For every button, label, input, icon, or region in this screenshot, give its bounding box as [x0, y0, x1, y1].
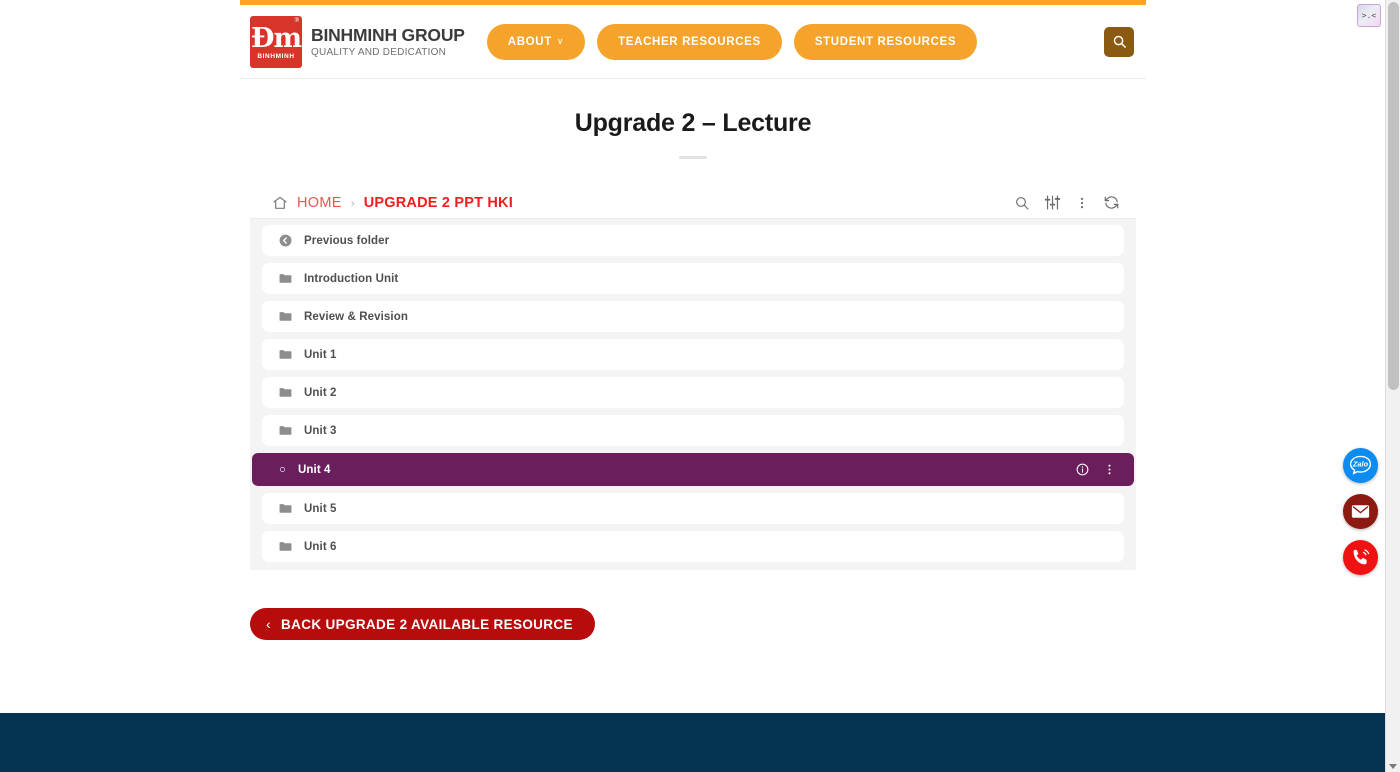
- extension-widget-label: >.<: [1361, 11, 1377, 20]
- nav-item-student-resources-label: STUDENT RESOURCES: [814, 35, 957, 48]
- brand-tagline: QUALITY AND DEDICATION: [311, 46, 447, 58]
- folder-icon: [278, 501, 296, 516]
- folder-icon: [278, 539, 296, 554]
- title-divider: [679, 156, 707, 159]
- file-row[interactable]: Previous folder: [262, 225, 1124, 256]
- phone-call-button[interactable]: [1343, 540, 1378, 575]
- file-row-actions: [1075, 462, 1122, 477]
- file-list: Previous folder Introduction Unit Review &…: [250, 219, 1136, 570]
- vertical-scrollbar[interactable]: [1385, 0, 1400, 772]
- browser-extension-widget[interactable]: >.<: [1357, 4, 1381, 27]
- chevron-left-icon: ‹: [266, 616, 272, 632]
- back-button-label: BACK UPGRADE 2 AVAILABLE RESOURCE: [281, 616, 573, 632]
- radio-circle-icon: [268, 462, 286, 477]
- file-row-label: Unit 5: [304, 502, 337, 515]
- breadcrumb-home-link[interactable]: HOME: [297, 195, 342, 211]
- page-title: Upgrade 2 – Lecture: [574, 109, 812, 137]
- file-row-label: Previous folder: [304, 234, 390, 247]
- folder-icon: [278, 423, 296, 438]
- email-button[interactable]: [1343, 494, 1378, 529]
- nav-item-student-resources[interactable]: STUDENT RESOURCES: [793, 23, 978, 60]
- breadcrumb-current: UPGRADE 2 PPT HKI: [363, 194, 513, 211]
- brand-name: BINHMINH GROUP: [311, 24, 465, 45]
- home-icon[interactable]: [272, 195, 288, 211]
- phone-icon: [1353, 549, 1370, 565]
- breadcrumb: HOME › UPGRADE 2 PPT HKI: [272, 195, 513, 211]
- header-search-button[interactable]: [1104, 26, 1134, 57]
- file-row-label: Unit 3: [304, 424, 337, 437]
- file-row-label: Unit 6: [304, 540, 337, 553]
- nav-item-teacher-resources[interactable]: TEACHER RESOURCES: [597, 23, 782, 60]
- file-row-label: Unit 1: [304, 348, 337, 361]
- info-icon[interactable]: [1075, 462, 1090, 477]
- file-manager-tools: [1014, 194, 1130, 211]
- back-to-resources-button[interactable]: ‹ BACK UPGRADE 2 AVAILABLE RESOURCE: [250, 608, 595, 640]
- site-footer: [240, 713, 1146, 772]
- logo-glyph-sub: BINHMINH: [257, 52, 295, 60]
- brand-logo[interactable]: ® Đm BINHMINH BINHMINH GROUP QUALITY AND…: [250, 15, 465, 68]
- file-row[interactable]: Unit 5: [262, 493, 1124, 524]
- back-circle-icon: [278, 233, 296, 248]
- file-row-label: Unit 2: [304, 386, 337, 399]
- page-title-section: Upgrade 2 – Lecture: [240, 79, 1146, 159]
- more-vertical-icon[interactable]: [1075, 195, 1089, 211]
- nav-item-about-label: ABOUT: [507, 35, 552, 48]
- search-icon: [1113, 35, 1126, 48]
- file-manager: HOME › UPGRADE 2 PPT HKI Previous folder…: [250, 187, 1136, 570]
- folder-icon: [278, 347, 296, 362]
- site-page: ® Đm BINHMINH BINHMINH GROUP QUALITY AND…: [240, 0, 1146, 772]
- file-row-label: Unit 4: [298, 463, 331, 476]
- file-row[interactable]: Unit 1: [262, 339, 1124, 370]
- nav-item-about[interactable]: ABOUT ∨: [486, 23, 586, 60]
- breadcrumb-separator: ›: [350, 195, 355, 210]
- file-row[interactable]: Review & Revision: [262, 301, 1124, 332]
- floating-contact-buttons: Zalo: [1343, 448, 1378, 575]
- more-vertical-icon[interactable]: [1103, 462, 1116, 477]
- folder-icon: [278, 385, 296, 400]
- scrollbar-thumb[interactable]: [1388, 2, 1399, 390]
- search-icon[interactable]: [1014, 195, 1030, 211]
- back-button-section: ‹ BACK UPGRADE 2 AVAILABLE RESOURCE: [240, 570, 1146, 640]
- browser-viewport: ® Đm BINHMINH BINHMINH GROUP QUALITY AND…: [0, 0, 1400, 772]
- nav-item-teacher-resources-label: TEACHER RESOURCES: [618, 35, 761, 48]
- file-manager-toolbar: HOME › UPGRADE 2 PPT HKI: [250, 187, 1136, 219]
- svg-text:Zalo: Zalo: [1352, 460, 1369, 469]
- file-row[interactable]: Unit 2: [262, 377, 1124, 408]
- envelope-icon: [1351, 505, 1370, 518]
- logo-glyph: Đm: [250, 22, 302, 54]
- refresh-icon[interactable]: [1103, 194, 1120, 211]
- zalo-chat-button[interactable]: Zalo: [1343, 448, 1378, 483]
- folder-icon: [278, 309, 296, 324]
- folder-icon: [278, 271, 296, 286]
- file-row[interactable]: Introduction Unit: [262, 263, 1124, 294]
- main-nav: ABOUT ∨ TEACHER RESOURCES STUDENT RESOUR…: [486, 23, 978, 60]
- file-row-label: Introduction Unit: [304, 272, 399, 285]
- site-header: ® Đm BINHMINH BINHMINH GROUP QUALITY AND…: [240, 5, 1146, 79]
- file-row-selected[interactable]: Unit 4: [252, 453, 1134, 486]
- page-gutter-right: [1146, 0, 1386, 772]
- registered-mark: ®: [294, 17, 299, 24]
- file-row-label: Review & Revision: [304, 310, 408, 323]
- file-row[interactable]: Unit 6: [262, 531, 1124, 562]
- zalo-bubble-icon: Zalo: [1344, 449, 1377, 482]
- scroll-down-arrow-icon[interactable]: [1389, 764, 1397, 769]
- logo-mark-icon: ® Đm BINHMINH: [250, 15, 302, 68]
- file-row[interactable]: Unit 3: [262, 415, 1124, 446]
- chevron-down-icon: ∨: [556, 36, 565, 46]
- filter-sliders-icon[interactable]: [1044, 194, 1061, 211]
- page-gutter-left: [0, 0, 240, 772]
